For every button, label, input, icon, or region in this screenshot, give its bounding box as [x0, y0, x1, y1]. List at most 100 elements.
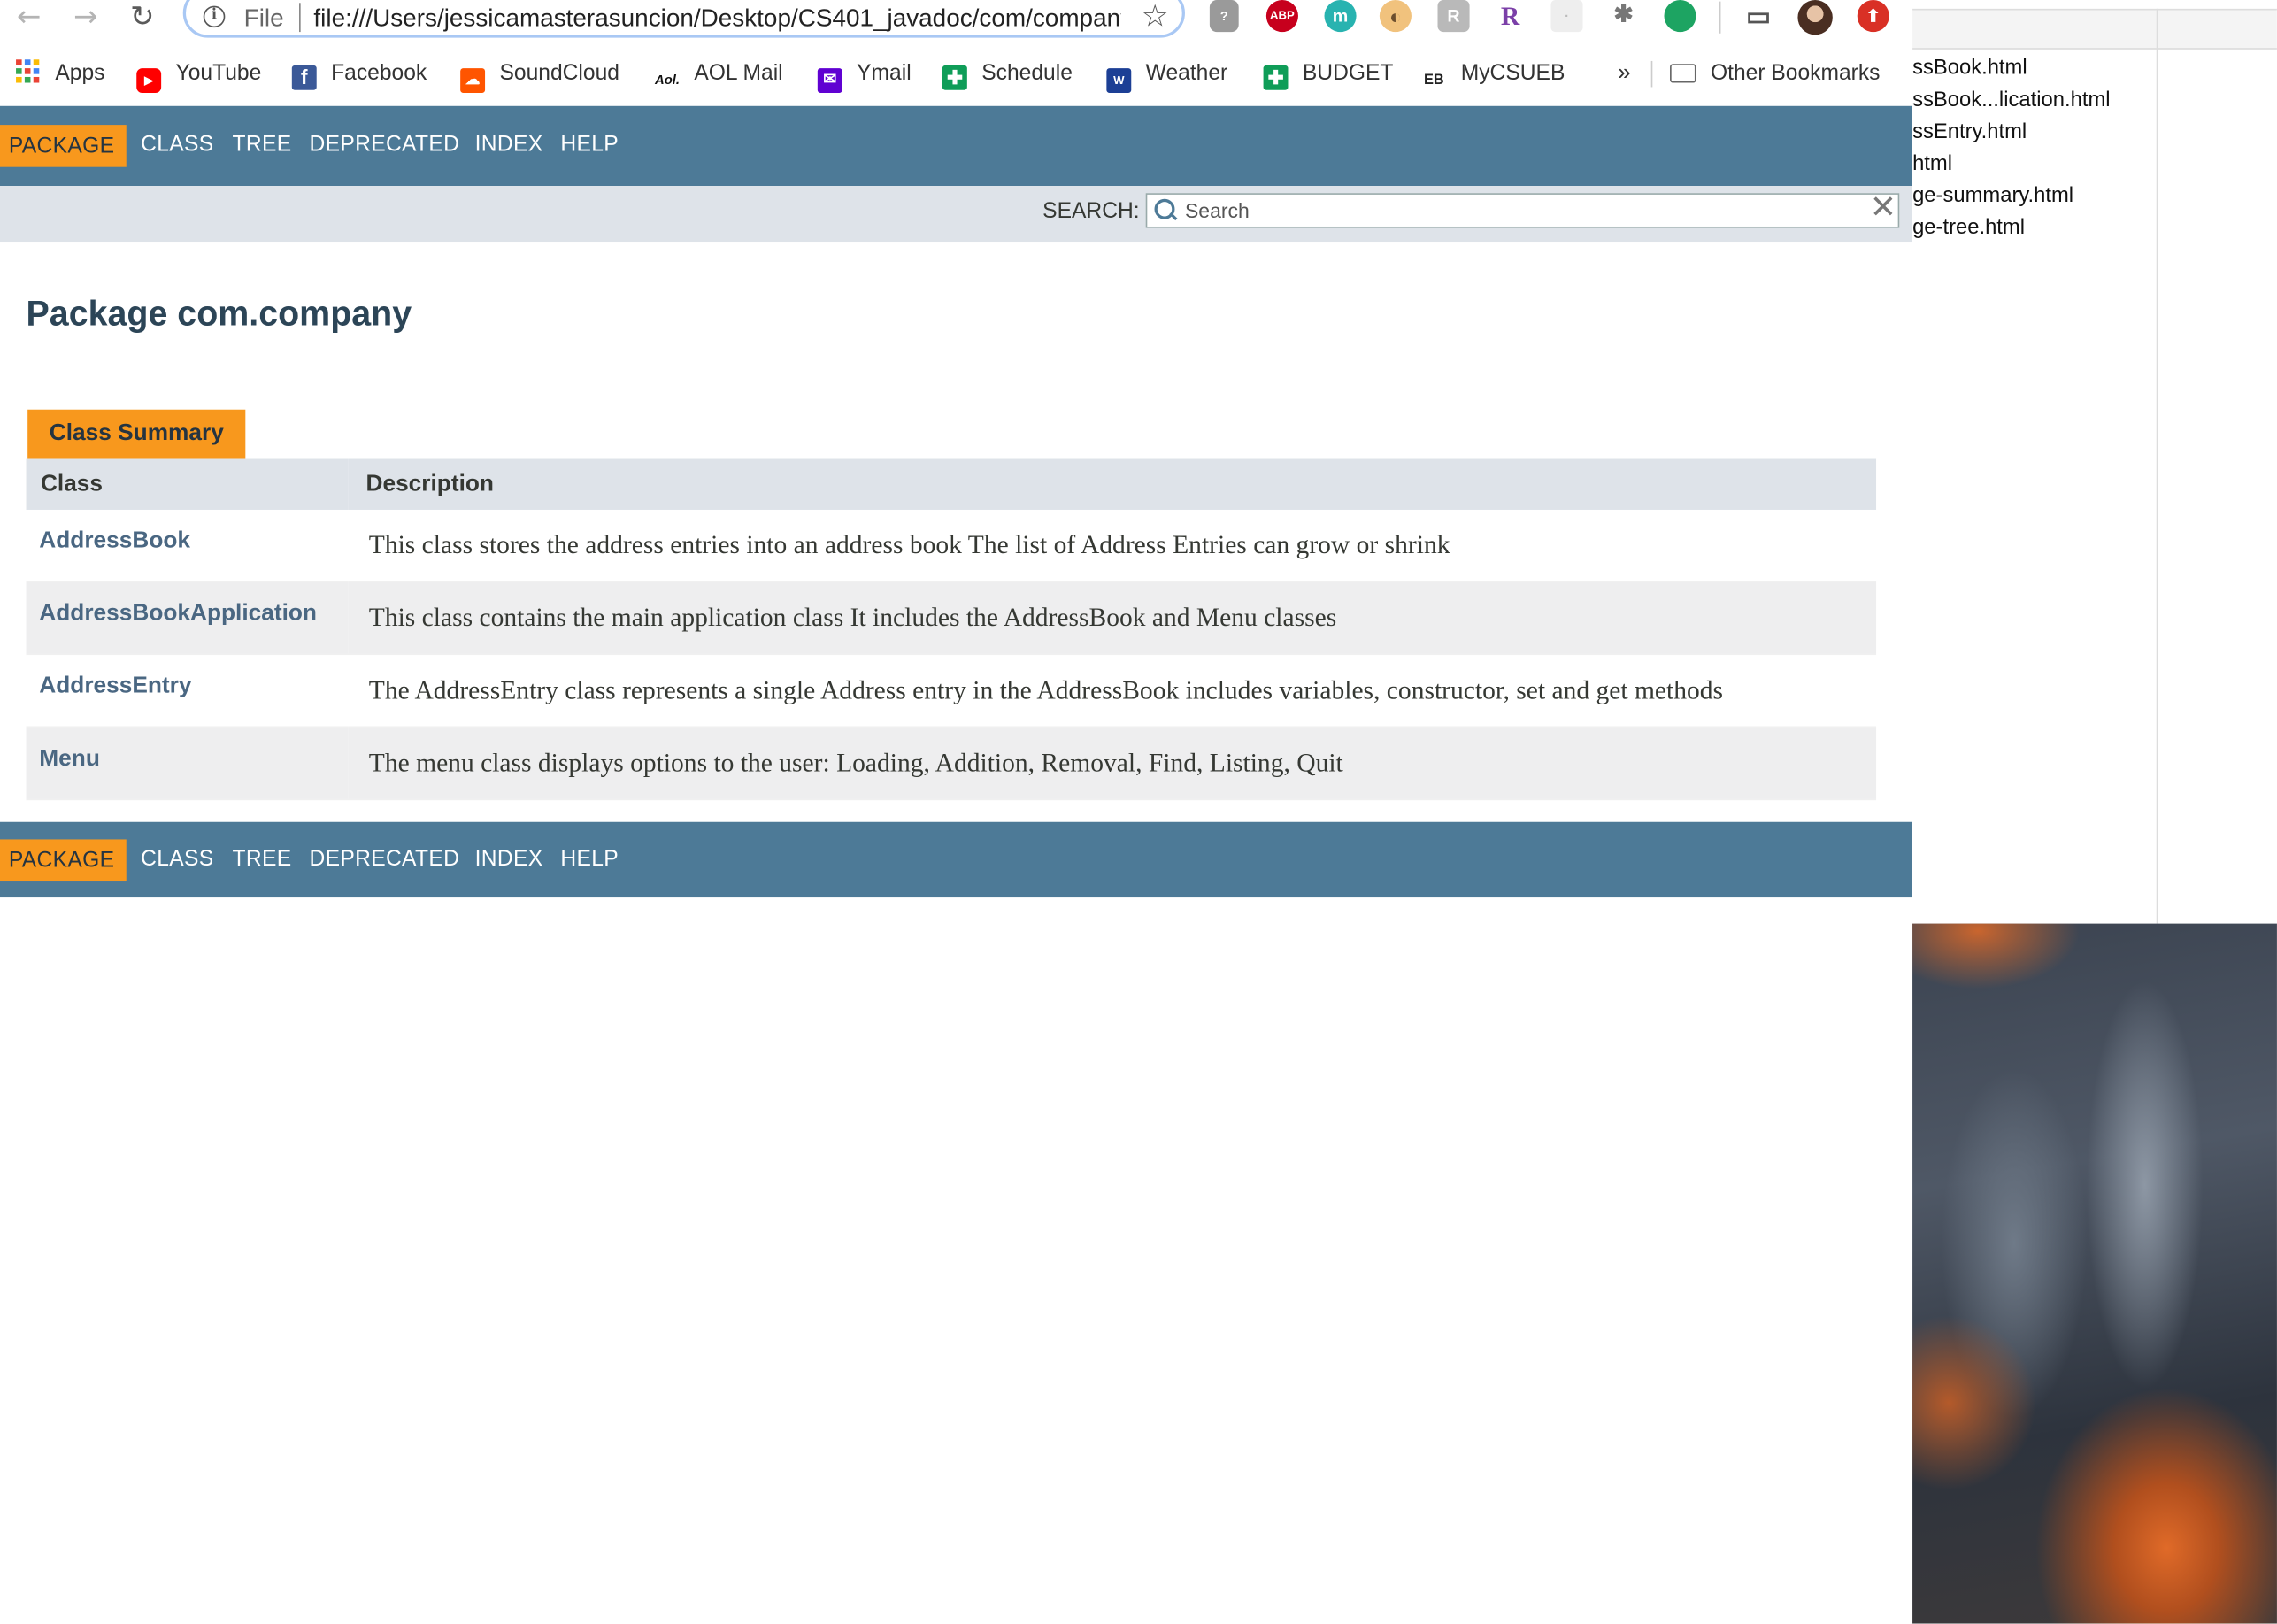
bookmark-budget[interactable]: ✚ BUDGET: [1263, 58, 1394, 90]
nav-class[interactable]: CLASS: [141, 847, 213, 872]
nav-class[interactable]: CLASS: [141, 132, 213, 157]
finder-file-item[interactable]: ssEntry.html: [1912, 120, 2027, 143]
back-button[interactable]: ←: [12, 0, 46, 35]
finder-file-item[interactable]: ssBook.html: [1912, 57, 2027, 80]
finder-file-item[interactable]: ssBook...lication.html: [1912, 89, 2110, 112]
sheets-icon: ✚: [1263, 65, 1289, 90]
bookmark-weather[interactable]: W Weather: [1106, 58, 1228, 94]
search-icon: [1154, 198, 1175, 219]
bookmark-mycsueb[interactable]: EB MyCSUEB: [1421, 58, 1565, 90]
sheets-icon: ✚: [942, 65, 967, 90]
column-header-description: Description: [348, 458, 1877, 510]
description-cell: This class contains the main application…: [348, 581, 1877, 656]
finder-column-header: [1912, 10, 2277, 50]
browser-window: ← → ↻ i File file:///Users/jessicamaster…: [0, 0, 1913, 1624]
apps-grid-icon: [16, 59, 41, 84]
finder-file-item[interactable]: ge-summary.html: [1912, 184, 2073, 207]
bookmark-star-icon[interactable]: ☆: [1142, 0, 1169, 34]
class-link-addressbook[interactable]: AddressBook: [39, 527, 190, 552]
browser-toolbar: ← → ↻ i File file:///Users/jessicamaster…: [0, 0, 1913, 44]
cast-icon[interactable]: ▭: [1742, 0, 1774, 32]
finder-file-item[interactable]: html: [1912, 152, 1952, 175]
search-label: SEARCH:: [1042, 198, 1140, 224]
forward-button[interactable]: →: [68, 0, 103, 35]
cookie-extension-icon[interactable]: ◐: [1379, 0, 1412, 33]
update-icon[interactable]: ⬆: [1857, 0, 1889, 33]
bookmark-soundcloud[interactable]: ☁ SoundCloud: [460, 58, 619, 94]
bookmark-label: Ymail: [857, 60, 912, 86]
eb-icon: EB: [1423, 73, 1444, 89]
class-link-addressbookapplication[interactable]: AddressBookApplication: [39, 601, 317, 626]
search-reset-icon[interactable]: ✕: [1870, 190, 1896, 228]
javadoc-bottom-nav: PACKAGE CLASS TREE DEPRECATED INDEX HELP: [0, 821, 1913, 898]
finder-column-divider: [2156, 8, 2158, 924]
address-bar[interactable]: i File file:///Users/jessicamasterasunci…: [182, 0, 1185, 38]
table-row: AddressBook This class stores the addres…: [26, 509, 1877, 582]
weather-channel-icon: W: [1106, 68, 1132, 94]
table-header-row: Class Description: [26, 458, 1877, 510]
nav-package[interactable]: PACKAGE: [0, 125, 127, 167]
r-extension-icon[interactable]: R: [1494, 0, 1526, 32]
finder-file-item[interactable]: ge-tree.html: [1912, 216, 2025, 239]
toolbar-divider: [1719, 1, 1721, 34]
nav-index[interactable]: INDEX: [475, 132, 543, 157]
bookmark-label: Apps: [55, 60, 105, 86]
bookmark-schedule[interactable]: ✚ Schedule: [942, 58, 1073, 90]
bookmark-label: Weather: [1145, 60, 1228, 86]
nav-help[interactable]: HELP: [560, 132, 619, 157]
reload-button[interactable]: ↻: [125, 0, 159, 35]
help-extension-icon[interactable]: ?: [1209, 0, 1239, 33]
url-separator: [299, 3, 301, 33]
page-title: Package com.company: [26, 295, 412, 335]
mint-extension-icon[interactable]: m: [1324, 0, 1357, 33]
javadoc-top-nav: PACKAGE CLASS TREE DEPRECATED INDEX HELP: [0, 105, 1913, 187]
bookmark-label: BUDGET: [1302, 60, 1394, 86]
desktop-wallpaper: [1912, 923, 2277, 1624]
bookmarks-overflow-chevron[interactable]: »: [1618, 58, 1631, 90]
url-scheme-chip[interactable]: File: [244, 4, 284, 34]
nav-tree[interactable]: TREE: [233, 847, 292, 872]
nav-package[interactable]: PACKAGE: [0, 839, 127, 882]
class-cell: AddressEntry: [26, 654, 349, 728]
table-row: Menu The menu class displays options to …: [26, 727, 1877, 801]
bookmark-label: AOL Mail: [694, 60, 783, 86]
nav-tree[interactable]: TREE: [233, 132, 292, 157]
bookmark-label: YouTube: [175, 60, 262, 86]
adblock-plus-icon[interactable]: ABP: [1265, 0, 1298, 33]
class-summary-table: Class Description AddressBook This class…: [26, 458, 1877, 801]
bookmark-aol-mail[interactable]: Aol. AOL Mail: [655, 58, 783, 90]
dotted-extension-icon[interactable]: ·: [1550, 0, 1583, 33]
url-text[interactable]: file:///Users/jessicamasterasuncion/Desk…: [313, 4, 1120, 34]
description-cell: The AddressEntry class represents a sing…: [348, 654, 1877, 728]
facebook-icon: f: [291, 65, 317, 90]
class-link-addressentry[interactable]: AddressEntry: [39, 673, 191, 698]
table-row: AddressEntry The AddressEntry class repr…: [26, 654, 1877, 728]
search-input[interactable]: [1184, 197, 1853, 224]
search-box[interactable]: ✕: [1145, 190, 1900, 228]
grey-extension-icon[interactable]: R: [1437, 0, 1470, 33]
table-row: AddressBookApplication This class contai…: [26, 581, 1877, 656]
description-cell: The menu class displays options to the u…: [348, 727, 1877, 801]
bookmark-label: SoundCloud: [499, 60, 619, 86]
profile-avatar[interactable]: [1797, 0, 1833, 35]
bookmark-other[interactable]: Other Bookmarks: [1670, 58, 1881, 90]
nav-index[interactable]: INDEX: [475, 847, 543, 872]
bookmark-label: Schedule: [981, 60, 1073, 86]
aol-icon: Aol.: [655, 73, 680, 88]
hangouts-icon[interactable]: [1664, 0, 1696, 33]
nav-help[interactable]: HELP: [560, 847, 619, 872]
soundcloud-icon: ☁: [460, 68, 486, 94]
bookmark-ymail[interactable]: ✉ Ymail: [817, 58, 912, 94]
info-icon[interactable]: i: [203, 5, 226, 28]
bookmark-apps[interactable]: Apps: [16, 58, 104, 90]
javadoc-sub-nav: SEARCH: ✕: [0, 186, 1913, 243]
nav-deprecated[interactable]: DEPRECATED: [310, 132, 460, 157]
class-link-menu[interactable]: Menu: [39, 746, 100, 771]
bookmark-youtube[interactable]: ▶ YouTube: [136, 58, 262, 94]
class-cell: AddressBook: [26, 509, 349, 582]
class-cell: AddressBookApplication: [26, 581, 349, 656]
nav-deprecated[interactable]: DEPRECATED: [310, 847, 460, 872]
bookmark-facebook[interactable]: f Facebook: [291, 58, 427, 90]
bookmarks-bar: Apps ▶ YouTube f Facebook ☁ SoundCloud Aol.…: [0, 52, 1913, 94]
bug-extension-icon[interactable]: ✱: [1607, 0, 1639, 32]
